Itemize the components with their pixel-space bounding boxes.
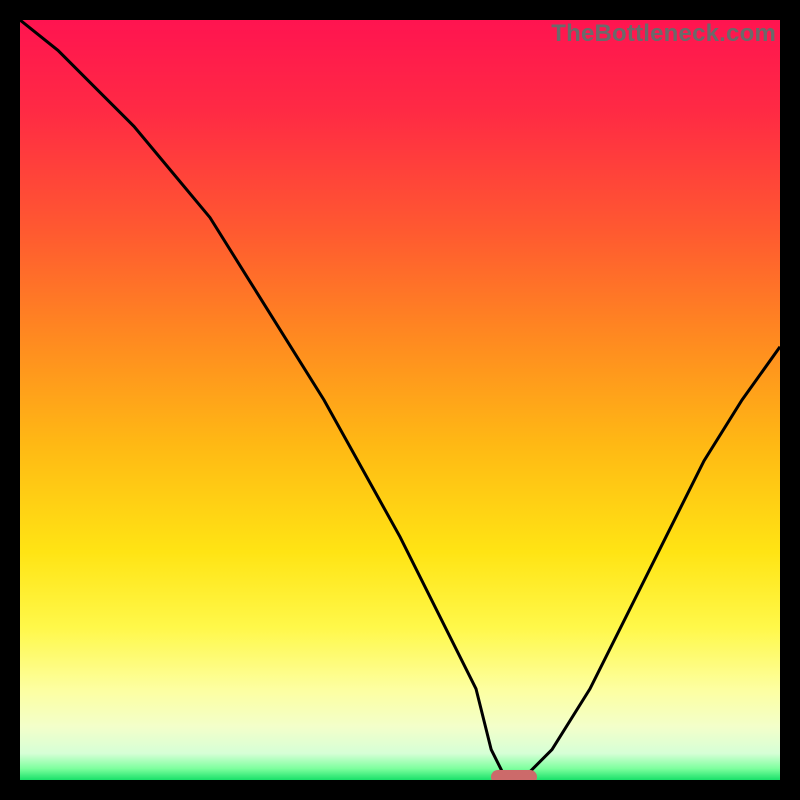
bottleneck-curve	[20, 20, 780, 780]
plot-area: TheBottleneck.com	[20, 20, 780, 780]
chart-frame: TheBottleneck.com	[0, 0, 800, 800]
curve-path	[20, 20, 780, 780]
optimal-range-marker	[491, 770, 537, 780]
